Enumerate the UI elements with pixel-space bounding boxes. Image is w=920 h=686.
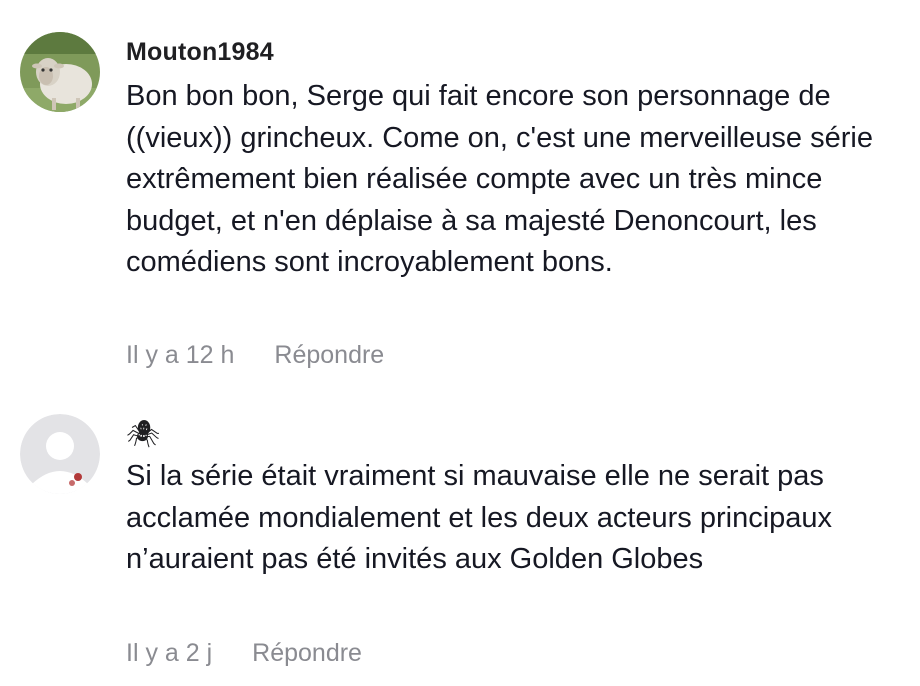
comment-meta: Il y a 12 h Répondre [126,341,384,370]
comment-timestamp: Il y a 2 j [126,639,213,667]
comment-item: 🕷 Si la série était vraiment si mauvaise… [0,400,920,686]
reply-button[interactable]: Répondre [252,639,362,668]
reply-button[interactable]: Répondre [274,341,384,370]
comment-text: Bon bon bon, Serge qui fait encore son p… [126,80,873,278]
avatar[interactable] [20,32,100,112]
default-user-avatar-icon [20,414,100,494]
comment-timestamp: Il y a 12 h [126,341,235,369]
comment-item: Mouton1984 Bon bon bon, Serge qui fait e… [0,0,920,390]
comment-meta: Il y a 2 j Répondre [126,639,362,668]
comment-username[interactable]: Mouton1984 [126,38,274,67]
sheep-avatar-icon [20,32,100,112]
comment-username[interactable]: 🕷 [126,418,160,450]
avatar[interactable] [20,414,100,494]
comment-text: Si la série était vraiment si mauvaise e… [126,460,833,575]
